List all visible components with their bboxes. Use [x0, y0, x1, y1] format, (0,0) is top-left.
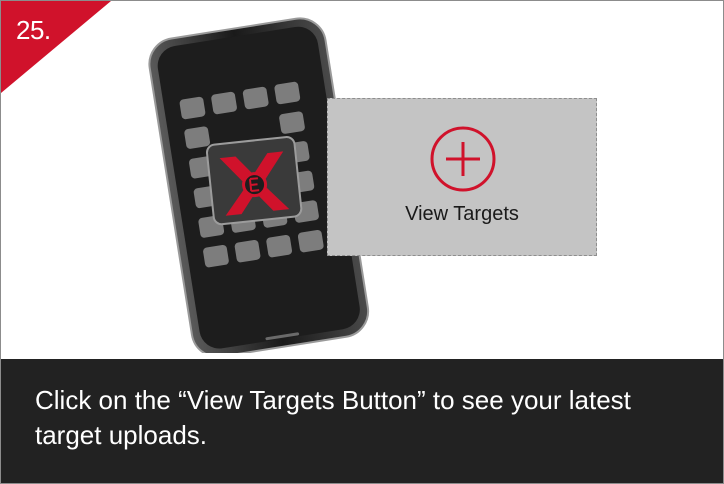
caption-bar: Click on the “View Targets Button” to se…	[1, 359, 723, 483]
caption-text: Click on the “View Targets Button” to se…	[35, 385, 631, 450]
instruction-card: 25. View Targets Click on the “View Targ…	[0, 0, 724, 484]
view-targets-button[interactable]: View Targets	[327, 98, 597, 256]
view-targets-label: View Targets	[405, 203, 519, 225]
plus-circle-icon	[430, 126, 496, 192]
step-number: 25.	[16, 15, 51, 45]
x-logo-icon	[205, 136, 303, 226]
